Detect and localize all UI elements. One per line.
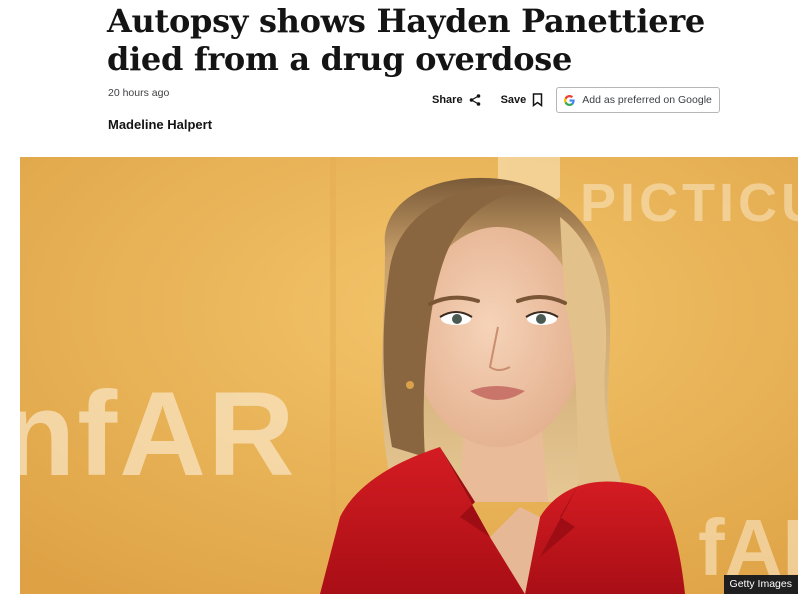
backdrop-text-top: PICTICU bbox=[580, 173, 798, 233]
share-label: Share bbox=[432, 94, 463, 106]
google-g-icon bbox=[564, 94, 575, 106]
article-byline[interactable]: Madeline Halpert bbox=[108, 117, 212, 132]
share-icon bbox=[469, 94, 480, 106]
save-label: Save bbox=[500, 94, 527, 106]
hero-photo: PICTICU nfAR fAR bbox=[20, 157, 798, 594]
save-button[interactable]: Save bbox=[501, 93, 544, 107]
bookmark-icon bbox=[533, 93, 543, 107]
google-button-label: Add as preferred on Google bbox=[582, 94, 712, 106]
article-actions: Share Save Add as preferred on Google bbox=[432, 87, 720, 113]
image-credit: Getty Images bbox=[723, 575, 798, 594]
add-preferred-google-button[interactable]: Add as preferred on Google bbox=[556, 87, 720, 113]
share-button[interactable]: Share bbox=[432, 94, 481, 106]
hero-image: PICTICU nfAR fAR bbox=[20, 157, 798, 594]
article-headline: Autopsy shows Hayden Panettiere died fro… bbox=[107, 2, 705, 78]
article-timestamp: 20 hours ago bbox=[108, 87, 170, 99]
backdrop-text-left: nfAR bbox=[20, 367, 297, 501]
